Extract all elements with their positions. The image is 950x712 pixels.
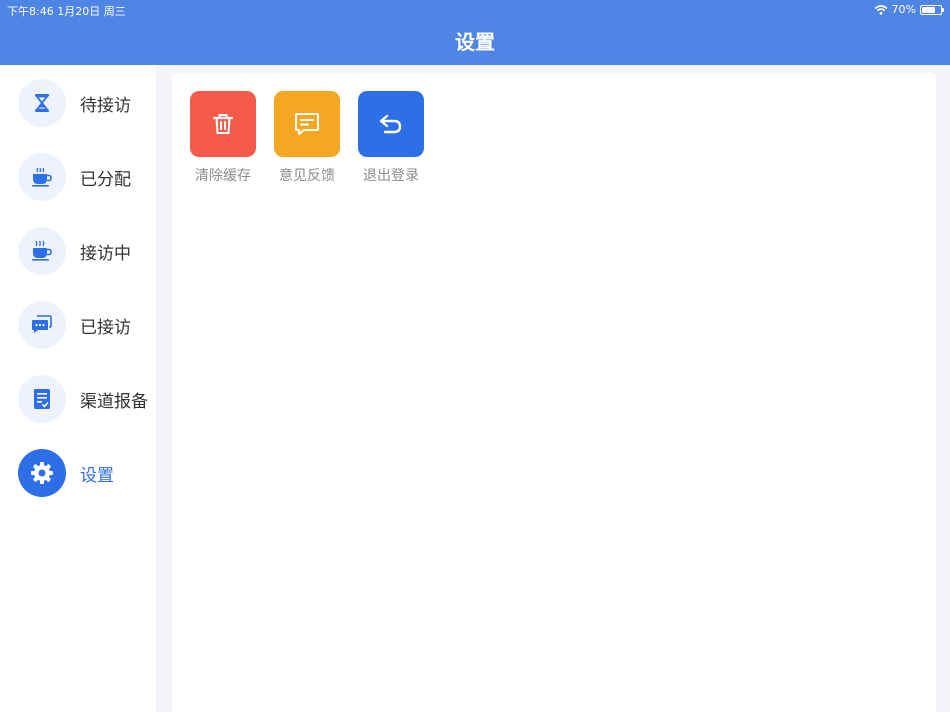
tile-label: 清除缓存 (195, 168, 251, 184)
status-right: 70% (874, 3, 944, 16)
logout-button[interactable]: 退出登录 (358, 91, 424, 185)
feedback-button[interactable]: 意见反馈 (274, 91, 340, 185)
clear-cache-button[interactable]: 清除缓存 (190, 91, 256, 185)
tile-label: 意见反馈 (279, 168, 335, 184)
tile-label: 退出登录 (363, 168, 419, 184)
sidebar-item-label: 接访中 (80, 243, 131, 264)
status-time: 下午8:46 1月20日 周三 (7, 5, 126, 18)
sidebar-item-label: 已分配 (80, 169, 131, 190)
sidebar-item-label: 已接访 (80, 317, 131, 338)
sidebar-item-label: 待接访 (80, 95, 131, 116)
sidebar: 待接访 已分配 接访中 已接访 渠道报备 设置 (0, 65, 156, 712)
page-title: 设置 (455, 30, 495, 54)
battery-percent: 70% (891, 3, 916, 16)
wifi-icon (874, 4, 888, 15)
feedback-icon (274, 91, 340, 157)
battery-icon (920, 4, 944, 15)
coffee-cup-icon (18, 153, 66, 201)
hourglass-icon (18, 79, 66, 127)
logout-icon (358, 91, 424, 157)
steaming-cup-icon (18, 227, 66, 275)
nav-bar: 设置 (0, 20, 950, 65)
gear-icon (18, 449, 66, 497)
sidebar-item-label: 设置 (80, 465, 114, 486)
sidebar-item-channel-report[interactable]: 渠道报备 (0, 369, 156, 429)
sidebar-item-visited[interactable]: 已接访 (0, 295, 156, 355)
settings-panel: 清除缓存 意见反馈 退出登录 (172, 73, 936, 712)
document-check-icon (18, 375, 66, 423)
sidebar-item-label: 渠道报备 (80, 391, 148, 412)
sidebar-item-pending[interactable]: 待接访 (0, 73, 156, 133)
sidebar-item-settings[interactable]: 设置 (0, 443, 156, 503)
trash-icon (190, 91, 256, 157)
status-bar: 下午8:46 1月20日 周三 70% (0, 0, 950, 20)
sidebar-item-assigned[interactable]: 已分配 (0, 147, 156, 207)
chat-bubbles-icon (18, 301, 66, 349)
sidebar-item-in-progress[interactable]: 接访中 (0, 221, 156, 281)
